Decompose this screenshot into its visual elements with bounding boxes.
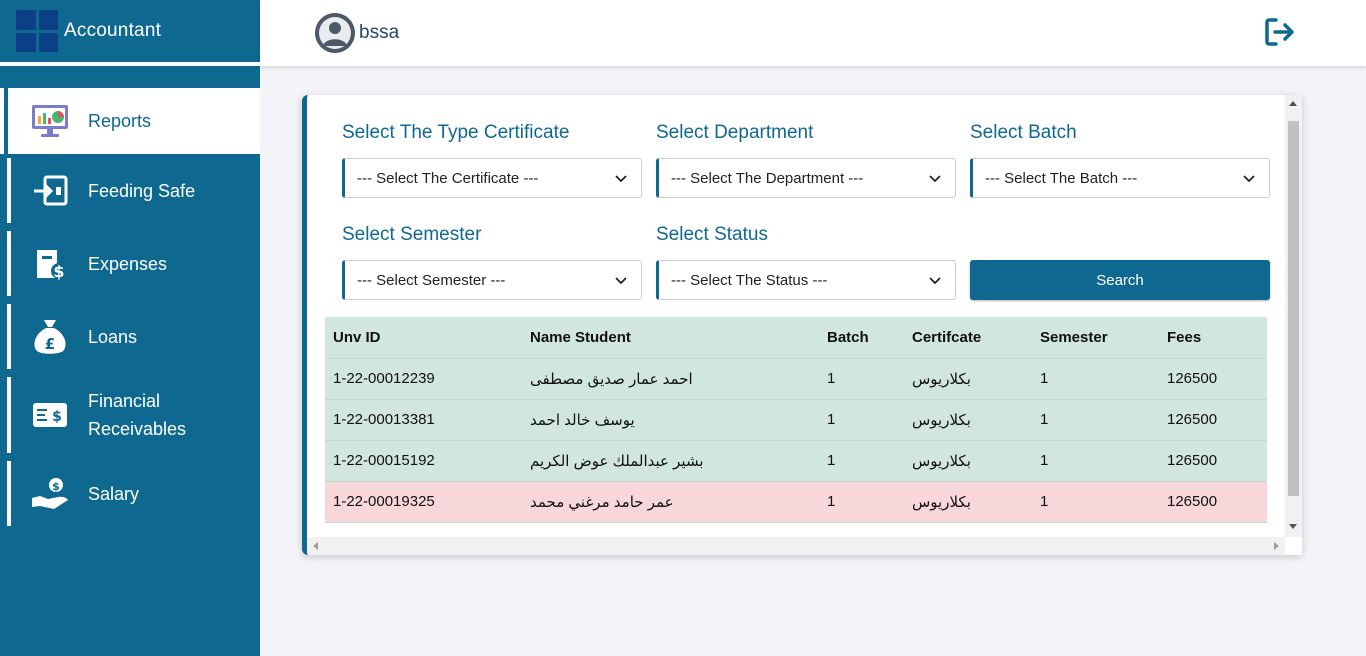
cell-batch: 1 — [819, 399, 904, 441]
cell-certificate: بكلاريوس — [904, 481, 1032, 523]
chevron-down-icon — [929, 277, 941, 285]
sidebar-item-expenses[interactable]: $ Expenses — [0, 227, 260, 300]
cell-name: يوسف خالد احمد — [522, 399, 819, 441]
expenses-icon: $ — [30, 244, 70, 284]
username: bssa — [359, 22, 400, 43]
cell-semester: 1 — [1032, 440, 1159, 482]
sidebar-item-feeding-safe[interactable]: Feeding Safe — [0, 154, 260, 227]
chevron-down-icon — [615, 175, 627, 183]
svg-text:$: $ — [52, 480, 60, 493]
cell-batch: 1 — [819, 481, 904, 523]
cell-fees: 126500 — [1159, 399, 1267, 441]
sidebar-item-label: Reports — [88, 111, 152, 131]
cell-id: 1-22-00013381 — [325, 399, 522, 441]
sidebar-item-label: Loans — [88, 326, 138, 347]
table-header-row: Unv ID Name Student Batch Certifcate Sem… — [325, 317, 1267, 359]
cell-fees: 126500 — [1159, 358, 1267, 400]
cell-batch: 1 — [819, 358, 904, 400]
chevron-down-icon — [929, 175, 941, 183]
sidebar-item-loans[interactable]: £ Loans — [0, 300, 260, 373]
status-select-value: --- Select The Status --- — [671, 271, 828, 289]
column-header: Name Student — [522, 317, 819, 359]
batch-select-value: --- Select The Batch --- — [985, 169, 1138, 187]
financial-receivables-icon: $ — [30, 395, 70, 435]
department-label: Select Department — [656, 122, 814, 143]
column-header: Certifcate — [904, 317, 1032, 359]
certificate-select[interactable]: --- Select The Certificate --- — [342, 158, 642, 198]
feeding-safe-icon — [30, 171, 70, 211]
cell-id: 1-22-00015192 — [325, 440, 522, 482]
sidebar-item-financial-receivables[interactable]: $ Financial Receivables — [0, 373, 260, 457]
horizontal-scrollbar[interactable] — [307, 537, 1285, 555]
sidebar-item-label: Feeding Safe — [88, 180, 196, 201]
status-label: Select Status — [656, 224, 768, 245]
table-row[interactable]: 1-22-00013381 يوسف خالد احمد 1 بكلاريوس … — [325, 399, 1267, 441]
column-header: Fees — [1159, 317, 1267, 359]
vertical-scrollbar[interactable] — [1285, 95, 1302, 537]
salary-icon: $ — [30, 474, 70, 514]
cell-semester: 1 — [1032, 358, 1159, 400]
app-title: Accountant — [64, 20, 162, 41]
cell-fees: 126500 — [1159, 440, 1267, 482]
column-header: Unv ID — [325, 317, 522, 359]
cell-certificate: بكلاريوس — [904, 399, 1032, 441]
batch-label: Select Batch — [970, 122, 1077, 143]
column-header: Batch — [819, 317, 904, 359]
batch-select[interactable]: --- Select The Batch --- — [970, 158, 1270, 198]
report-card: Select The Type Certificate Select Depar… — [302, 95, 1302, 555]
cell-certificate: بكلاريوس — [904, 358, 1032, 400]
table-row[interactable]: 1-22-00015192 بشير عبدالملك عوض الكريم 1… — [325, 440, 1267, 482]
svg-text:£: £ — [45, 335, 55, 353]
scroll-up-arrow-icon[interactable] — [1289, 101, 1297, 106]
department-select[interactable]: --- Select The Department --- — [656, 158, 956, 198]
chevron-down-icon — [1243, 175, 1255, 183]
sidebar-item-label: Financial Receivables — [88, 391, 187, 439]
sidebar-item-salary[interactable]: $ Salary — [0, 457, 260, 530]
semester-label: Select Semester — [342, 224, 482, 245]
cell-name: بشير عبدالملك عوض الكريم — [522, 440, 819, 482]
table-row[interactable]: 1-22-00012239 احمد عمار صديق مصطفى 1 بكل… — [325, 358, 1267, 400]
app-logo-icon — [16, 10, 58, 52]
semester-select[interactable]: --- Select Semester --- — [342, 260, 642, 300]
cell-id: 1-22-00012239 — [325, 358, 522, 400]
cell-certificate: بكلاريوس — [904, 440, 1032, 482]
sidebar-item-reports[interactable]: Reports — [0, 88, 260, 154]
cell-id: 1-22-00019325 — [325, 481, 522, 523]
scroll-left-arrow-icon[interactable] — [313, 542, 318, 550]
scroll-down-arrow-icon[interactable] — [1289, 524, 1297, 529]
cell-batch: 1 — [819, 440, 904, 482]
loans-icon: £ — [30, 317, 70, 357]
reports-icon — [30, 101, 70, 141]
cell-name: عمر حامد مرغني محمد — [522, 481, 819, 523]
sidebar-item-label: Salary — [88, 483, 140, 504]
sidebar-item-label: Expenses — [88, 253, 168, 274]
sidebar-nav: Reports Feeding Safe $ Expenses £ Loans … — [0, 88, 260, 530]
logout-icon[interactable] — [1264, 16, 1296, 48]
certificate-select-value: --- Select The Certificate --- — [357, 169, 539, 187]
table-row[interactable]: 1-22-00019325 عمر حامد مرغني محمد 1 بكلا… — [325, 481, 1267, 523]
sidebar-spacer — [0, 66, 260, 88]
department-select-value: --- Select The Department --- — [671, 169, 864, 187]
status-select[interactable]: --- Select The Status --- — [656, 260, 956, 300]
column-header: Semester — [1032, 317, 1159, 359]
topbar: bssa — [260, 0, 1366, 66]
svg-text:$: $ — [52, 409, 62, 425]
svg-text:$: $ — [53, 262, 64, 281]
fees-table: Unv ID Name Student Batch Certifcate Sem… — [325, 317, 1267, 523]
cell-semester: 1 — [1032, 481, 1159, 523]
search-button[interactable]: Search — [970, 260, 1270, 300]
brand: Accountant — [0, 0, 260, 62]
avatar[interactable] — [315, 13, 355, 53]
scroll-right-arrow-icon[interactable] — [1274, 542, 1279, 550]
scrollbar-thumb[interactable] — [1288, 121, 1299, 496]
semester-select-value: --- Select Semester --- — [357, 271, 506, 289]
certificate-label: Select The Type Certificate — [342, 122, 570, 143]
sidebar: Accountant Reports Feeding Safe $ Expens… — [0, 0, 260, 656]
cell-name: احمد عمار صديق مصطفى — [522, 358, 819, 400]
cell-fees: 126500 — [1159, 481, 1267, 523]
chevron-down-icon — [615, 277, 627, 285]
cell-semester: 1 — [1032, 399, 1159, 441]
